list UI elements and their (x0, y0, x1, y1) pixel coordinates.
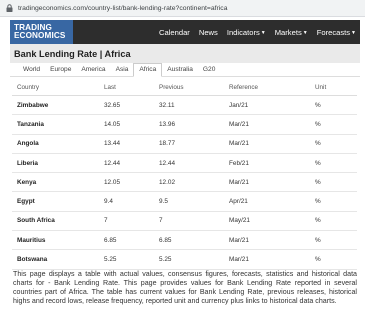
caret-down-icon: ▼ (351, 29, 356, 36)
cell-reference: May/21 (229, 217, 250, 225)
nav-menu: Calendar News Indicators▼ Markets▼ Forecasts… (150, 28, 356, 37)
country-link[interactable]: South Africa (12, 217, 104, 224)
tab-world[interactable]: World (18, 66, 45, 76)
cell-last: 12.05 (104, 178, 120, 186)
cell-previous: 18.77 (159, 140, 175, 148)
cell-reference: Feb/21 (229, 159, 249, 167)
tab-europe[interactable]: Europe (45, 66, 76, 76)
cell-reference: Mar/21 (229, 120, 249, 128)
page-description: This page displays a table with actual v… (13, 270, 357, 305)
cell-previous: 7 (159, 217, 163, 225)
caret-down-icon: ▼ (260, 29, 266, 36)
tab-america[interactable]: America (76, 66, 110, 76)
trading-economics-logo[interactable]: TRADING ECONOMICS (10, 20, 73, 44)
country-link[interactable]: Liberia (12, 160, 104, 167)
nav-item-markets[interactable]: Markets▼ (275, 28, 308, 37)
table-row: Angola 13.44 18.77 Mar/21% (12, 135, 357, 154)
tab-australia[interactable]: Australia (162, 66, 198, 76)
lending-rate-table: Country Last Previous Reference Unit Zim… (12, 80, 357, 270)
cell-reference: Mar/21 (229, 140, 249, 148)
tab-asia[interactable]: Asia (111, 66, 134, 76)
cell-last: 5.25 (104, 256, 117, 264)
cell-reference: Mar/21 (229, 178, 249, 186)
cell-unit: % (315, 178, 321, 186)
header-country[interactable]: Country (12, 84, 104, 91)
table-row: Kenya 12.05 12.02 Mar/21% (12, 173, 357, 193)
nav-item-label: News (198, 27, 218, 37)
page-title: Bank Lending Rate | Africa (14, 48, 131, 59)
header-reference[interactable]: Reference (229, 84, 315, 91)
cell-previous: 9.5 (159, 198, 168, 206)
table-row: Tanzania 14.05 13.96 Mar/21% (12, 115, 357, 135)
cell-last: 32.65 (104, 101, 120, 109)
logo-line-2: ECONOMICS (14, 31, 66, 40)
header-previous[interactable]: Previous (159, 84, 229, 91)
nav-item-label: Calendar (159, 27, 190, 37)
browser-address-bar[interactable]: tradingeconomics.com/country-list/bank-l… (0, 0, 365, 17)
cell-unit: % (315, 159, 321, 167)
region-tabs: World Europe America Asia Africa Australia G20 (10, 63, 360, 77)
country-link[interactable]: Kenya (12, 179, 104, 186)
table-header: Country Last Previous Reference Unit (12, 80, 357, 96)
cell-last: 12.44 (104, 159, 120, 167)
url-text: tradingeconomics.com/country-list/bank-l… (18, 4, 228, 12)
nav-item-label: Forecasts (316, 27, 351, 37)
cell-reference: Jan/21 (229, 101, 249, 109)
cell-last: 9.4 (104, 198, 113, 206)
table-row: Mauritius 6.85 6.85 Mar/21% (12, 231, 357, 251)
cell-reference: Apr/21 (229, 198, 248, 206)
cell-previous: 12.44 (159, 159, 175, 167)
tab-g20[interactable]: G20 (198, 66, 220, 76)
cell-unit: % (315, 140, 321, 148)
country-link[interactable]: Botswana (12, 256, 104, 263)
cell-unit: % (315, 120, 321, 128)
tab-africa[interactable]: Africa (133, 63, 163, 77)
table-body: Zimbabwe 32.65 32.11 Jan/21% Tanzania 14.05 13… (12, 96, 357, 270)
cell-previous: 13.96 (159, 120, 175, 128)
country-link[interactable]: Angola (12, 140, 104, 147)
cell-last: 7 (104, 217, 108, 225)
cell-unit: % (315, 198, 321, 206)
cell-last: 13.44 (104, 140, 120, 148)
nav-item-indicators[interactable]: Indicators▼ (227, 28, 266, 37)
cell-previous: 6.85 (159, 236, 172, 244)
cell-reference: Mar/21 (229, 256, 249, 264)
header-unit: Unit (315, 84, 327, 91)
cell-reference: Mar/21 (229, 236, 249, 244)
cell-last: 14.05 (104, 120, 120, 128)
top-navbar: TRADING ECONOMICS Calendar News Indicators… (10, 20, 360, 44)
cell-last: 6.85 (104, 236, 117, 244)
header-last[interactable]: Last (104, 84, 159, 91)
country-link[interactable]: Egypt (12, 198, 104, 205)
table-row: Botswana 5.25 5.25 Mar/21% (12, 250, 357, 270)
country-link[interactable]: Tanzania (12, 121, 104, 128)
country-link[interactable]: Zimbabwe (12, 102, 104, 109)
table-row: Zimbabwe 32.65 32.11 Jan/21% (12, 96, 357, 116)
nav-item-news[interactable]: News (199, 28, 218, 37)
cell-unit: % (315, 236, 321, 244)
page-header: Bank Lending Rate | Africa (10, 44, 360, 63)
cell-previous: 32.11 (159, 101, 175, 109)
cell-unit: % (315, 256, 321, 264)
table-row: Egypt 9.4 9.5 Apr/21% (12, 192, 357, 212)
nav-item-label: Indicators (226, 27, 260, 37)
country-link[interactable]: Mauritius (12, 237, 104, 244)
cell-unit: % (315, 101, 321, 109)
cell-previous: 5.25 (159, 256, 172, 264)
cell-unit: % (315, 217, 321, 225)
table-row: Liberia 12.44 12.44 Feb/21% (12, 154, 357, 174)
nav-item-calendar[interactable]: Calendar (159, 28, 190, 37)
table-row: South Africa 7 7 May/21% (12, 212, 357, 232)
caret-down-icon: ▼ (302, 29, 308, 36)
nav-item-forecasts[interactable]: Forecasts▼ (317, 28, 356, 37)
nav-item-label: Markets (274, 27, 302, 37)
lock-icon (6, 4, 13, 12)
cell-previous: 12.02 (159, 178, 175, 186)
